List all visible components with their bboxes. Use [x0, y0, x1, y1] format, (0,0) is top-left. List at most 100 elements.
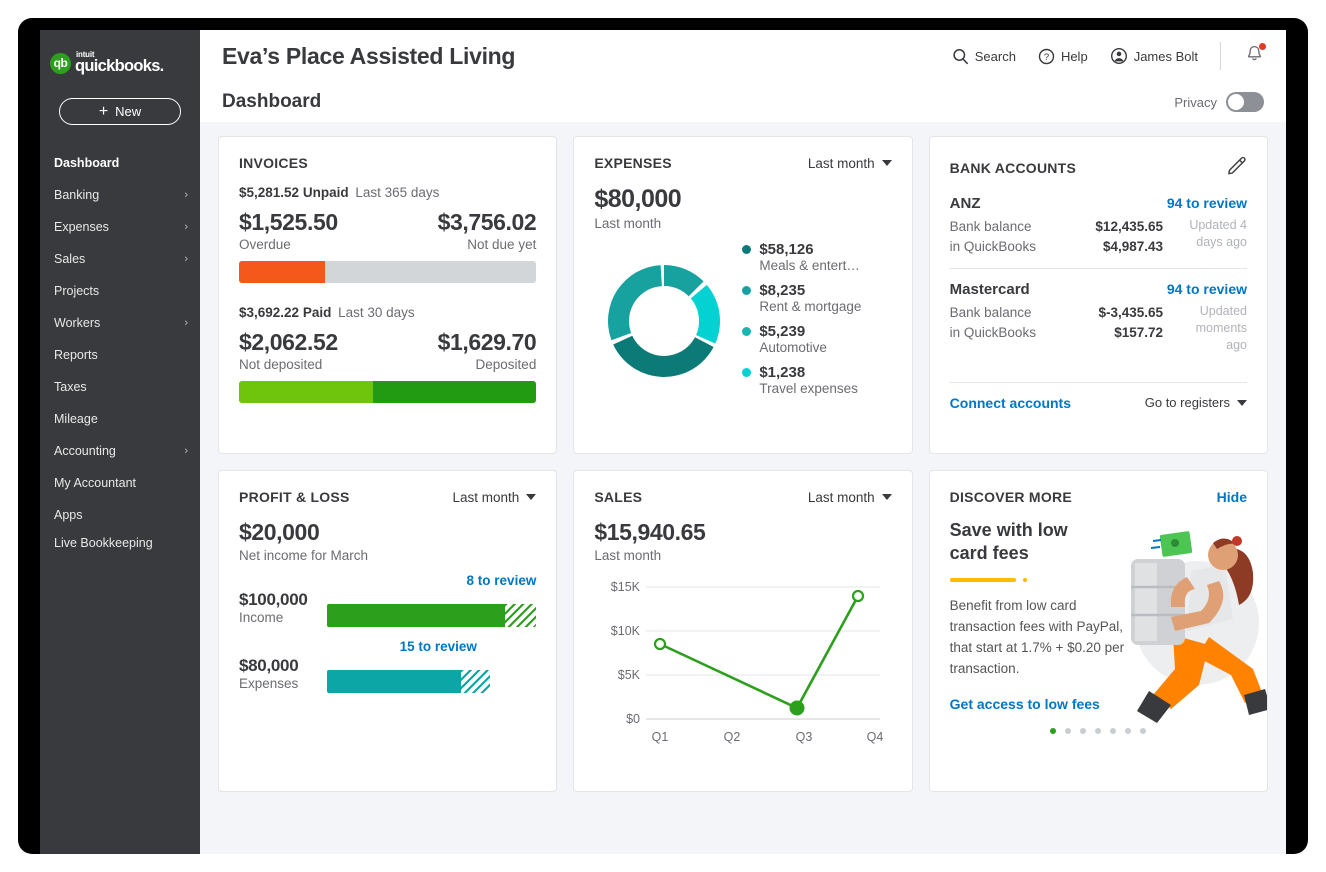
bank-quickbooks-label: in QuickBooks	[950, 237, 1050, 257]
go-to-registers-dropdown[interactable]: Go to registers	[1145, 395, 1247, 410]
chevron-down-icon	[526, 494, 536, 500]
bank-account-row: Mastercard 94 to review Bank balance in …	[950, 281, 1247, 364]
privacy-toggle[interactable]	[1226, 92, 1264, 112]
help-button[interactable]: ? Help	[1038, 48, 1088, 65]
hair-tie	[1232, 536, 1242, 546]
sidebar-item-accounting[interactable]: Accounting ›	[40, 435, 200, 467]
income-review-link[interactable]: 8 to review	[467, 573, 537, 588]
carousel-dot[interactable]	[1065, 728, 1071, 734]
sidebar-item-mileage[interactable]: Mileage	[40, 403, 200, 435]
data-point-q1[interactable]	[655, 639, 665, 649]
chevron-right-icon: ›	[184, 221, 188, 233]
legend-value: $5,239	[759, 323, 805, 340]
sidebar-item-reports[interactable]: Reports	[40, 339, 200, 371]
y-tick-label: $10K	[611, 624, 641, 638]
data-point-q3[interactable]	[790, 701, 805, 716]
donut-segment-travel[interactable]	[608, 265, 662, 340]
sidebar-item-workers[interactable]: Workers ›	[40, 307, 200, 339]
new-button[interactable]: + New	[59, 98, 181, 125]
hide-link[interactable]: Hide	[1217, 489, 1247, 505]
bar-segment-not-deposited	[239, 381, 373, 403]
expenses-period-label: Last month	[808, 156, 875, 171]
invoices-unpaid-word: Unpaid	[303, 185, 349, 200]
legend-label: Meals & entert…	[759, 258, 891, 273]
invoices-paid-word: Paid	[303, 305, 332, 320]
dashboard-grid: INVOICES $5,281.52 Unpaid Last 365 days …	[200, 122, 1286, 854]
invoices-unpaid-bar[interactable]	[239, 261, 536, 283]
company-name: Eva’s Place Assisted Living	[222, 43, 515, 70]
legend-value: $1,238	[759, 364, 805, 381]
bank-balance-value: $-3,435.65	[1050, 303, 1163, 323]
notifications-button[interactable]	[1243, 42, 1266, 70]
sidebar-item-taxes[interactable]: Taxes	[40, 371, 200, 403]
user-name: James Bolt	[1134, 49, 1198, 64]
sidebar-item-label: Expenses	[54, 220, 184, 234]
income-bar[interactable]	[327, 604, 536, 627]
quickbooks-logo-icon: qb	[50, 53, 71, 74]
sidebar-item-banking[interactable]: Banking ›	[40, 179, 200, 211]
income-value: $100,000	[239, 590, 327, 610]
profit-loss-period-dropdown[interactable]: Last month	[453, 490, 537, 505]
sidebar-item-sales[interactable]: Sales ›	[40, 243, 200, 275]
sidebar-item-apps[interactable]: Apps	[40, 499, 200, 531]
sales-period-dropdown[interactable]: Last month	[808, 490, 892, 505]
bank-review-link[interactable]: 94 to review	[1167, 195, 1247, 211]
sidebar-item-expenses[interactable]: Expenses ›	[40, 211, 200, 243]
person-carrying-boxes-illustration	[1113, 519, 1268, 729]
sidebar-item-live-bookkeeping[interactable]: Live Bookkeeping	[40, 531, 200, 575]
invoices-paid-period: Last 30 days	[338, 305, 415, 320]
divider	[950, 382, 1247, 383]
expenses-block: 15 to review $80,000 Expenses	[239, 639, 536, 693]
legend-color-dot	[742, 368, 751, 377]
quickbooks-wordmark: quickbooks.	[75, 58, 164, 75]
top-bar: Eva’s Place Assisted Living Search ? Hel…	[200, 30, 1286, 82]
income-block: 8 to review $100,000 Income	[239, 573, 536, 627]
profit-loss-title: PROFIT & LOSS	[239, 489, 350, 505]
legend-item[interactable]: $5,239 Automotive	[742, 323, 891, 355]
connect-accounts-link[interactable]: Connect accounts	[950, 395, 1071, 411]
data-point-q4[interactable]	[853, 591, 863, 601]
carousel-dot[interactable]	[1095, 728, 1101, 734]
bar-segment-overdue	[239, 261, 325, 283]
bank-review-link[interactable]: 94 to review	[1167, 281, 1247, 297]
expenses-bar[interactable]	[327, 670, 490, 693]
donut-segment-meals[interactable]	[664, 265, 704, 296]
carousel-dot[interactable]	[1050, 728, 1056, 734]
carousel-dot[interactable]	[1080, 728, 1086, 734]
sidebar-item-dashboard[interactable]: Dashboard	[40, 147, 200, 179]
profit-loss-period-label: Last month	[453, 490, 520, 505]
notification-badge-dot	[1259, 43, 1266, 50]
sidebar-item-label: Taxes	[54, 380, 188, 394]
expenses-bar-pending	[461, 670, 490, 693]
legend-item[interactable]: $8,235 Rent & mortgage	[742, 282, 891, 314]
legend-item[interactable]: $1,238 Travel expenses	[742, 364, 891, 396]
chevron-right-icon: ›	[184, 445, 188, 457]
x-tick-label: Q1	[652, 730, 669, 744]
legend-item[interactable]: $58,126 Meals & entert…	[742, 241, 891, 273]
expenses-label: Expenses	[239, 676, 327, 691]
sidebar-item-projects[interactable]: Projects	[40, 275, 200, 307]
app-logo[interactable]: qb intuit quickbooks.	[40, 48, 200, 78]
get-access-link[interactable]: Get access to low fees	[950, 696, 1100, 712]
x-tick-label: Q3	[796, 730, 813, 744]
invoices-notdue-label: Not due yet	[467, 237, 536, 252]
sidebar-item-label: Banking	[54, 188, 184, 202]
chevron-down-icon	[882, 494, 892, 500]
sidebar-item-label: Dashboard	[54, 156, 188, 170]
sidebar-item-my-accountant[interactable]: My Accountant	[40, 467, 200, 499]
expenses-bar-fill	[327, 670, 461, 693]
expenses-period-dropdown[interactable]: Last month	[808, 156, 892, 171]
sales-total: $15,940.65	[594, 519, 891, 546]
privacy-label: Privacy	[1174, 95, 1217, 110]
donut-segment-automotive[interactable]	[614, 335, 714, 376]
donut-segment-rent[interactable]	[691, 284, 720, 343]
search-button[interactable]: Search	[952, 48, 1016, 65]
edit-accounts-button[interactable]	[1226, 155, 1247, 181]
cash-detail	[1171, 539, 1179, 547]
legend-color-dot	[742, 327, 751, 336]
expenses-legend: $58,126 Meals & entert… $8,235 Rent & mo…	[734, 241, 891, 405]
user-menu[interactable]: James Bolt	[1110, 47, 1198, 65]
sales-chart-svg: $15K $10K $5K $0 Q1 Q2 Q3 Q4	[594, 573, 884, 745]
expenses-review-link[interactable]: 15 to review	[400, 639, 477, 654]
invoices-paid-bar[interactable]	[239, 381, 536, 403]
